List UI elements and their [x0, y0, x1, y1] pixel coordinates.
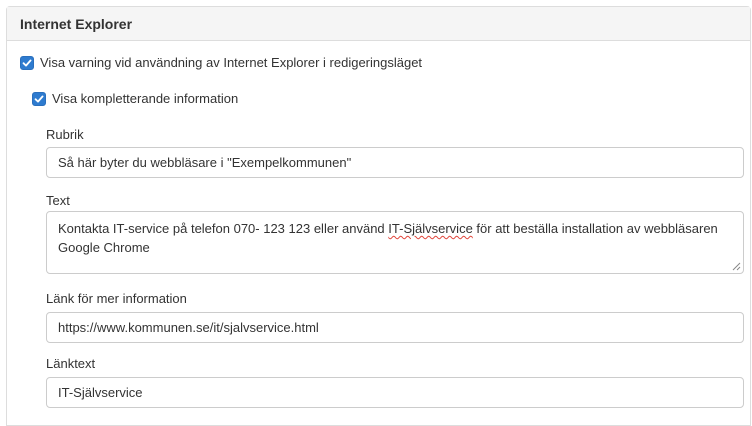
- text-value-before: Kontakta IT-service på telefon 070- 123 …: [58, 221, 389, 236]
- internet-explorer-panel: Internet Explorer Visa varning vid använ…: [6, 6, 751, 426]
- link-text-input-value: IT-Självservice: [58, 385, 143, 400]
- checkmark-icon: [34, 95, 44, 102]
- link-text-input[interactable]: IT-Självservice: [46, 377, 744, 408]
- link-label: Länk för mer information: [46, 291, 187, 306]
- link-text-label: Länktext: [46, 356, 96, 371]
- extra-info-checkbox-label[interactable]: Visa kompletterande information: [52, 91, 238, 106]
- warning-checkbox-label[interactable]: Visa varning vid användning av Internet …: [40, 55, 422, 70]
- extra-info-checkbox[interactable]: [32, 91, 46, 106]
- checkmark-icon: [22, 59, 32, 66]
- extra-info-checkbox-row[interactable]: Visa kompletterande information: [32, 91, 238, 106]
- text-textarea[interactable]: Kontakta IT-service på telefon 070- 123 …: [46, 211, 744, 274]
- rubrik-input-value: Så här byter du webbläsare i "Exempelkom…: [58, 155, 352, 170]
- resize-handle-icon[interactable]: [732, 262, 741, 271]
- warning-checkbox-row[interactable]: Visa varning vid användning av Internet …: [20, 55, 422, 70]
- panel-title: Internet Explorer: [20, 15, 133, 32]
- warning-checkbox[interactable]: [20, 55, 34, 70]
- panel-heading: Internet Explorer: [7, 7, 750, 41]
- link-input[interactable]: https://www.kommunen.se/it/sjalvservice.…: [46, 312, 744, 343]
- rubrik-input[interactable]: Så här byter du webbläsare i "Exempelkom…: [46, 147, 744, 178]
- link-input-value: https://www.kommunen.se/it/sjalvservice.…: [58, 320, 319, 335]
- text-label: Text: [46, 193, 70, 208]
- text-value-misspelled: IT-Självservice: [388, 221, 473, 236]
- rubrik-label: Rubrik: [46, 127, 84, 142]
